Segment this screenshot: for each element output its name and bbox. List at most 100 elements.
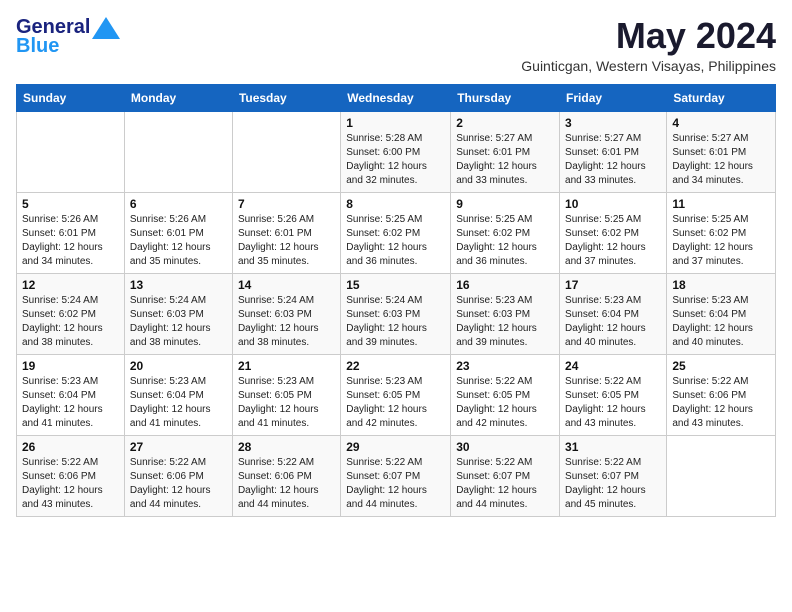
cell-day-number: 3 <box>565 116 661 130</box>
calendar-cell: 22Sunrise: 5:23 AM Sunset: 6:05 PM Dayli… <box>341 354 451 435</box>
cell-day-number: 15 <box>346 278 445 292</box>
cell-day-number: 1 <box>346 116 445 130</box>
calendar-cell: 19Sunrise: 5:23 AM Sunset: 6:04 PM Dayli… <box>17 354 125 435</box>
calendar-cell: 26 Sunrise: 5:22 AM Sunset: 6:06 PM Dayli… <box>17 435 125 516</box>
cell-info: Sunrise: 5:23 AM Sunset: 6:03 PM Dayligh… <box>456 294 554 350</box>
cell-day-number: 27 <box>130 440 227 454</box>
calendar-cell: 11 Sunrise: 5:25 AM Sunset: 6:02 PM Dayli… <box>667 192 776 273</box>
calendar-cell <box>17 111 125 192</box>
calendar-cell: 5 Sunrise: 5:26 AM Sunset: 6:01 PM Daylig… <box>17 192 125 273</box>
cell-day-number: 21 <box>238 359 335 373</box>
cell-info: Sunrise: 5:22 AM Sunset: 6:07 PM Dayligh… <box>346 456 445 512</box>
header-row: Sunday Monday Tuesday Wednesday Thursday… <box>17 84 776 111</box>
cell-day-number: 17 <box>565 278 661 292</box>
cell-info: Sunrise: 5:26 AM Sunset: 6:01 PM Dayligh… <box>22 213 119 269</box>
cell-info: Sunrise: 5:24 AM Sunset: 6:03 PM Dayligh… <box>130 294 227 350</box>
cell-info: Sunrise: 5:22 AM Sunset: 6:06 PM Dayligh… <box>130 456 227 512</box>
calendar-cell: 4 Sunrise: 5:27 AM Sunset: 6:01 PM Daylig… <box>667 111 776 192</box>
cell-info: Sunrise: 5:23 AM Sunset: 6:04 PM Dayligh… <box>672 294 770 350</box>
cell-day-number: 18 <box>672 278 770 292</box>
header: General Blue May 2024 Guinticgan, Wester… <box>16 16 776 74</box>
cell-info: Sunrise: 5:24 AM Sunset: 6:02 PM Dayligh… <box>22 294 119 350</box>
cell-info: Sunrise: 5:23 AM Sunset: 6:05 PM Dayligh… <box>238 375 335 431</box>
cell-info: Sunrise: 5:26 AM Sunset: 6:01 PM Dayligh… <box>130 213 227 269</box>
calendar-cell: 13 Sunrise: 5:24 AM Sunset: 6:03 PM Dayli… <box>124 273 232 354</box>
cell-day-number: 24 <box>565 359 661 373</box>
cell-info: Sunrise: 5:22 AM Sunset: 6:05 PM Dayligh… <box>456 375 554 431</box>
calendar-cell: 31 Sunrise: 5:22 AM Sunset: 6:07 PM Dayli… <box>560 435 667 516</box>
calendar-week-1: 1 Sunrise: 5:28 AM Sunset: 6:00 PM Daylig… <box>17 111 776 192</box>
calendar-cell <box>124 111 232 192</box>
cell-day-number: 5 <box>22 197 119 211</box>
calendar-cell: 8Sunrise: 5:25 AM Sunset: 6:02 PM Daylig… <box>341 192 451 273</box>
calendar-cell: 30Sunrise: 5:22 AM Sunset: 6:07 PM Dayli… <box>451 435 560 516</box>
cell-day-number: 26 <box>22 440 119 454</box>
logo-icon <box>92 17 120 39</box>
cell-day-number: 8 <box>346 197 445 211</box>
cell-day-number: 25 <box>672 359 770 373</box>
cell-day-number: 12 <box>22 278 119 292</box>
cell-day-number: 7 <box>238 197 335 211</box>
calendar-cell: 21 Sunrise: 5:23 AM Sunset: 6:05 PM Dayli… <box>232 354 340 435</box>
header-tuesday: Tuesday <box>232 84 340 111</box>
calendar-week-3: 12 Sunrise: 5:24 AM Sunset: 6:02 PM Dayli… <box>17 273 776 354</box>
cell-info: Sunrise: 5:27 AM Sunset: 6:01 PM Dayligh… <box>456 132 554 188</box>
calendar-cell: 25 Sunrise: 5:22 AM Sunset: 6:06 PM Dayli… <box>667 354 776 435</box>
cell-info: Sunrise: 5:27 AM Sunset: 6:01 PM Dayligh… <box>672 132 770 188</box>
calendar-week-4: 19 Sunrise: 5:23 AM Sunset: 6:04 PM Dayli… <box>17 354 776 435</box>
header-thursday: Thursday <box>451 84 560 111</box>
cell-day-number: 6 <box>130 197 227 211</box>
calendar-cell: 23 Sunrise: 5:22 AM Sunset: 6:05 PM Dayli… <box>451 354 560 435</box>
cell-day-number: 19 <box>22 359 119 373</box>
cell-day-number: 4 <box>672 116 770 130</box>
header-saturday: Saturday <box>667 84 776 111</box>
calendar-cell: 10 Sunrise: 5:25 AM Sunset: 6:02 PM Dayli… <box>560 192 667 273</box>
cell-day-number: 23 <box>456 359 554 373</box>
cell-info: Sunrise: 5:28 AM Sunset: 6:00 PM Dayligh… <box>346 132 445 188</box>
calendar-cell: 3 Sunrise: 5:27 AM Sunset: 6:01 PM Daylig… <box>560 111 667 192</box>
calendar-cell: 18 Sunrise: 5:23 AM Sunset: 6:04 PM Dayli… <box>667 273 776 354</box>
month-title: May 2024 <box>521 16 776 56</box>
calendar-table: Sunday Monday Tuesday Wednesday Thursday… <box>16 84 776 517</box>
calendar-week-2: 5 Sunrise: 5:26 AM Sunset: 6:01 PM Daylig… <box>17 192 776 273</box>
calendar-cell: 14 Sunrise: 5:24 AM Sunset: 6:03 PM Dayli… <box>232 273 340 354</box>
logo-blue: Blue <box>16 35 59 58</box>
cell-info: Sunrise: 5:22 AM Sunset: 6:06 PM Dayligh… <box>238 456 335 512</box>
calendar-cell: 28Sunrise: 5:22 AM Sunset: 6:06 PM Dayli… <box>232 435 340 516</box>
location-title: Guinticgan, Western Visayas, Philippines <box>521 58 776 74</box>
title-area: May 2024 Guinticgan, Western Visayas, Ph… <box>521 16 776 74</box>
cell-info: Sunrise: 5:24 AM Sunset: 6:03 PM Dayligh… <box>346 294 445 350</box>
cell-info: Sunrise: 5:24 AM Sunset: 6:03 PM Dayligh… <box>238 294 335 350</box>
cell-day-number: 9 <box>456 197 554 211</box>
calendar-cell: 17Sunrise: 5:23 AM Sunset: 6:04 PM Dayli… <box>560 273 667 354</box>
cell-day-number: 11 <box>672 197 770 211</box>
cell-info: Sunrise: 5:27 AM Sunset: 6:01 PM Dayligh… <box>565 132 661 188</box>
calendar-cell: 16 Sunrise: 5:23 AM Sunset: 6:03 PM Dayli… <box>451 273 560 354</box>
calendar-cell <box>232 111 340 192</box>
cell-day-number: 10 <box>565 197 661 211</box>
calendar-cell: 15 Sunrise: 5:24 AM Sunset: 6:03 PM Dayli… <box>341 273 451 354</box>
logo: General Blue <box>16 16 120 58</box>
header-monday: Monday <box>124 84 232 111</box>
cell-day-number: 14 <box>238 278 335 292</box>
cell-info: Sunrise: 5:22 AM Sunset: 6:06 PM Dayligh… <box>22 456 119 512</box>
cell-day-number: 29 <box>346 440 445 454</box>
cell-day-number: 13 <box>130 278 227 292</box>
cell-info: Sunrise: 5:25 AM Sunset: 6:02 PM Dayligh… <box>456 213 554 269</box>
calendar-cell: 7Sunrise: 5:26 AM Sunset: 6:01 PM Daylig… <box>232 192 340 273</box>
calendar-cell: 27 Sunrise: 5:22 AM Sunset: 6:06 PM Dayli… <box>124 435 232 516</box>
cell-day-number: 2 <box>456 116 554 130</box>
cell-info: Sunrise: 5:23 AM Sunset: 6:05 PM Dayligh… <box>346 375 445 431</box>
calendar-cell: 2 Sunrise: 5:27 AM Sunset: 6:01 PM Daylig… <box>451 111 560 192</box>
cell-day-number: 20 <box>130 359 227 373</box>
cell-info: Sunrise: 5:22 AM Sunset: 6:06 PM Dayligh… <box>672 375 770 431</box>
cell-day-number: 31 <box>565 440 661 454</box>
calendar-cell: 1 Sunrise: 5:28 AM Sunset: 6:00 PM Daylig… <box>341 111 451 192</box>
header-friday: Friday <box>560 84 667 111</box>
cell-day-number: 16 <box>456 278 554 292</box>
cell-info: Sunrise: 5:25 AM Sunset: 6:02 PM Dayligh… <box>565 213 661 269</box>
cell-info: Sunrise: 5:22 AM Sunset: 6:07 PM Dayligh… <box>565 456 661 512</box>
cell-info: Sunrise: 5:25 AM Sunset: 6:02 PM Dayligh… <box>672 213 770 269</box>
calendar-cell <box>667 435 776 516</box>
cell-info: Sunrise: 5:23 AM Sunset: 6:04 PM Dayligh… <box>130 375 227 431</box>
